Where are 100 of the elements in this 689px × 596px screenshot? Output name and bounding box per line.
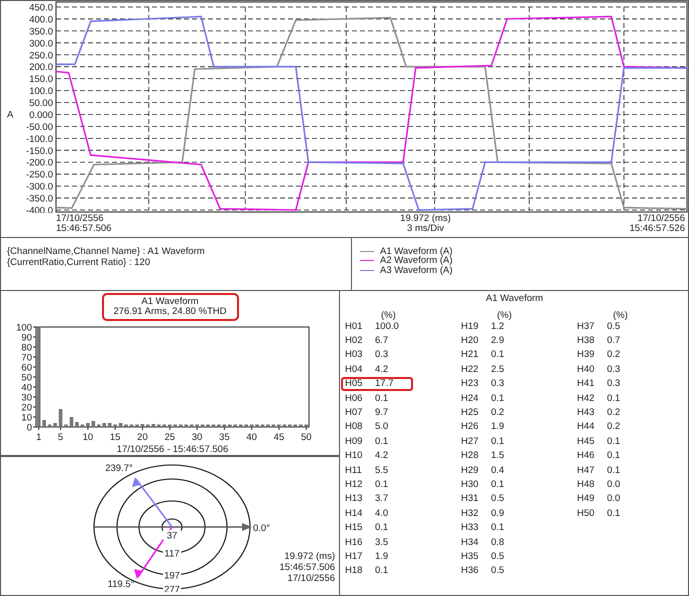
harmonic-order: H14 bbox=[345, 508, 364, 519]
harmonic-bar bbox=[113, 424, 117, 427]
harmonic-value: 3.5 bbox=[374, 536, 388, 548]
harmonic-bar bbox=[157, 424, 161, 427]
harmonic-order: H04 bbox=[345, 364, 364, 375]
harmonic-order: H44 bbox=[577, 421, 596, 432]
y-tick-label: 20 bbox=[21, 402, 32, 414]
x-tick-label: 50 bbox=[300, 432, 312, 443]
harmonic-value: 0.1 bbox=[490, 522, 504, 534]
harmonic-value: 0.2 bbox=[606, 407, 620, 418]
harmonic-bar bbox=[152, 424, 156, 427]
y-axis-label: -350.0 bbox=[26, 194, 53, 205]
harmonic-bar bbox=[75, 422, 79, 427]
harmonic-order: H23 bbox=[461, 378, 480, 390]
harmonic-order: H09 bbox=[345, 436, 364, 447]
harmonic-order: H13 bbox=[345, 493, 364, 504]
harmonic-bar bbox=[272, 424, 276, 427]
harmonic-bar bbox=[217, 424, 221, 427]
harmonic-value: 0.0 bbox=[606, 493, 620, 504]
harmonic-order: H17 bbox=[345, 550, 364, 562]
harmonic-bar bbox=[277, 424, 281, 427]
harmonic-value: 0.9 bbox=[490, 508, 504, 519]
harmonic-order: H06 bbox=[345, 392, 364, 404]
harmonic-order: H35 bbox=[461, 550, 480, 562]
x-tick-label: 1 bbox=[36, 432, 42, 443]
unit-header: (%) bbox=[612, 311, 629, 320]
harmonic-order: H29 bbox=[461, 464, 480, 476]
harmonic-value: 0.1 bbox=[490, 349, 504, 360]
harmonic-bar bbox=[124, 424, 128, 427]
harmonic-value: 0.1 bbox=[490, 479, 504, 490]
harmonic-value: 0.1 bbox=[490, 436, 504, 447]
y-tick-label: 60 bbox=[21, 362, 32, 374]
start-time: 15:46:57.506 bbox=[56, 224, 112, 234]
harmonic-value: 0.2 bbox=[606, 349, 620, 360]
harmonic-value: 100.0 bbox=[374, 320, 399, 332]
y-axis-label: 150.0 bbox=[29, 74, 53, 86]
y-axis-label: 350.0 bbox=[29, 26, 53, 38]
y-tick-label: 70 bbox=[21, 352, 32, 364]
harmonic-value: 0.1 bbox=[606, 464, 620, 476]
angle-label: 0.0° bbox=[253, 523, 270, 534]
y-axis-label: 200.0 bbox=[29, 62, 53, 74]
harmonic-value: 0.4 bbox=[490, 464, 504, 476]
harmonic-bar bbox=[288, 424, 292, 427]
harmonic-order: H02 bbox=[345, 335, 364, 346]
harmonic-bar bbox=[255, 424, 259, 427]
harmonic-value: 0.1 bbox=[374, 565, 388, 576]
harmonic-order: H47 bbox=[577, 464, 596, 476]
harmonic-value: 1.5 bbox=[490, 450, 504, 462]
harmonic-value: 3.7 bbox=[374, 493, 388, 504]
harmonic-bar bbox=[206, 424, 210, 427]
harmonic-order: H37 bbox=[577, 320, 596, 332]
harmonic-bar bbox=[190, 424, 194, 427]
harmonic-value: 17.7 bbox=[374, 378, 394, 390]
harmonic-bar bbox=[140, 424, 144, 427]
harmonic-order: H21 bbox=[461, 349, 480, 360]
harmonic-bar bbox=[222, 424, 226, 427]
harmonic-order: H25 bbox=[461, 407, 480, 418]
harmonic-order: H36 bbox=[461, 565, 480, 576]
legend-label: A1 Waveform (A) bbox=[380, 246, 452, 256]
harmonic-order: H03 bbox=[345, 349, 364, 360]
unit-header: (%) bbox=[496, 311, 513, 320]
end-date: 17/10/2556 bbox=[637, 214, 685, 224]
harmonic-order: H30 bbox=[461, 479, 480, 490]
harmonic-order: H26 bbox=[461, 421, 480, 432]
x-tick-label: 5 bbox=[58, 432, 64, 443]
harmonic-order: H45 bbox=[577, 436, 596, 447]
harmonic-value: 0.3 bbox=[606, 364, 620, 375]
y-axis-label: 50.00 bbox=[29, 98, 53, 110]
harmonic-bar bbox=[250, 424, 254, 427]
harmonic-order: H19 bbox=[461, 320, 480, 332]
harmonic-value: 5.5 bbox=[374, 464, 388, 476]
harmonic-bar bbox=[212, 424, 216, 427]
x-tick-label: 15 bbox=[110, 432, 120, 443]
harmonic-bar bbox=[195, 424, 199, 427]
harmonic-bar bbox=[48, 424, 52, 427]
harmonic-value: 5.0 bbox=[374, 421, 388, 432]
harmonic-value: 1.9 bbox=[490, 421, 504, 432]
x-axis-title: 17/10/2556 - 15:46:57.506 bbox=[116, 444, 228, 455]
harmonic-order: H10 bbox=[345, 450, 364, 462]
y-axis-label: 450.0 bbox=[29, 2, 53, 14]
harmonic-order: H49 bbox=[577, 493, 596, 504]
y-axis-label: -200.0 bbox=[26, 158, 53, 169]
y-axis-label: -250.0 bbox=[26, 170, 53, 181]
harmonic-bar bbox=[294, 424, 298, 427]
y-axis-unit: A bbox=[7, 109, 14, 120]
harmonic-order: H01 bbox=[345, 320, 364, 332]
harmonic-value: 0.1 bbox=[374, 436, 388, 447]
legend-label: A3 Waveform (A) bbox=[380, 266, 452, 276]
harmonic-value: 4.2 bbox=[374, 364, 388, 375]
y-axis-label: -150.0 bbox=[26, 146, 53, 157]
end-time: 15:46:57.526 bbox=[630, 224, 685, 234]
y-axis-label: 0.000 bbox=[29, 110, 53, 121]
x-tick-label: 10 bbox=[82, 432, 94, 443]
harmonic-order: H28 bbox=[461, 450, 480, 462]
harmonic-order: H43 bbox=[577, 407, 596, 418]
harmonic-value: 0.1 bbox=[606, 450, 620, 462]
harmonic-value: 0.3 bbox=[374, 349, 388, 360]
harmonic-value: 0.3 bbox=[490, 378, 504, 390]
harmonic-bar bbox=[58, 409, 62, 427]
y-axis-label: 400.0 bbox=[29, 14, 53, 26]
